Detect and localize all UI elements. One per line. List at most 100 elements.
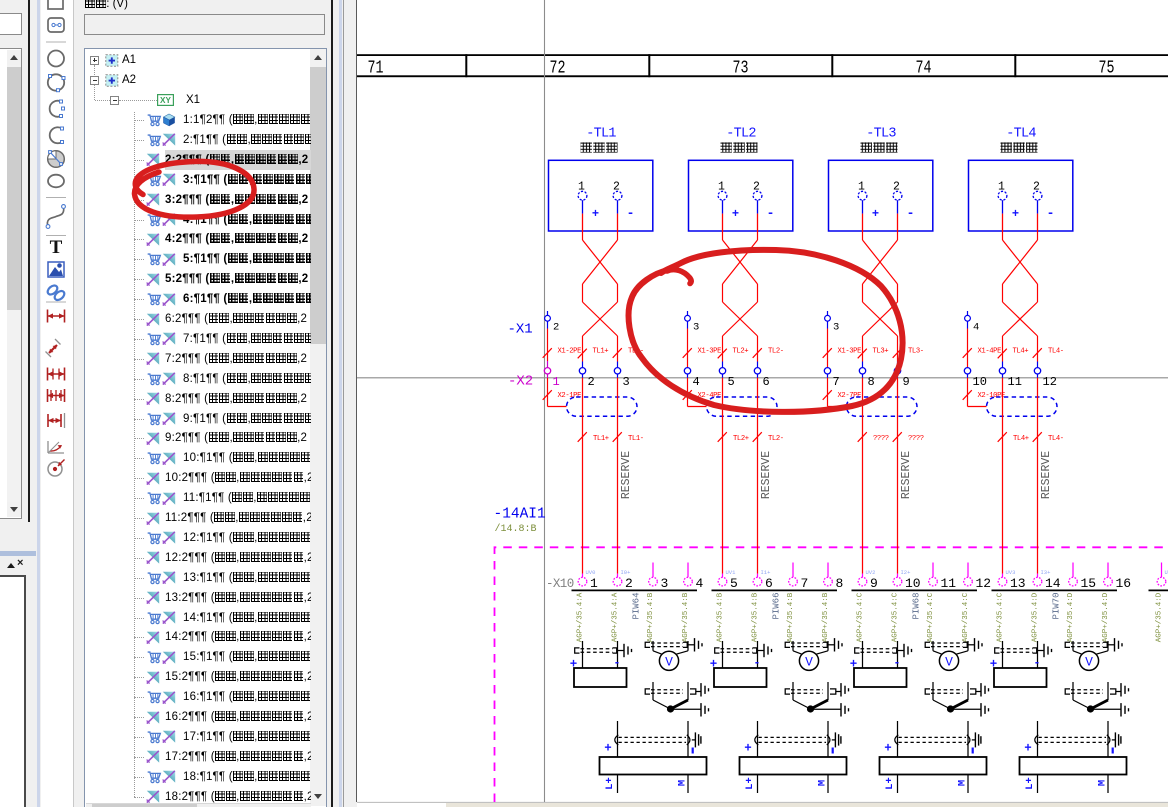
svg-text:13: 13 — [1010, 576, 1026, 591]
svg-text:V: V — [945, 655, 953, 670]
svg-text:73: 73 — [733, 57, 749, 78]
svg-text:TL3+: TL3+ — [873, 348, 889, 356]
svg-text:M: M — [817, 780, 829, 786]
svg-text:8: 8 — [836, 576, 844, 591]
svg-text:10: 10 — [973, 375, 987, 389]
svg-text:AGP+/35.4:C: AGP+/35.4:C — [962, 592, 970, 642]
svg-text:L+: L+ — [884, 777, 896, 790]
svg-text:PIW66: PIW66 — [772, 592, 782, 619]
svg-text:TL4+: TL4+ — [1013, 348, 1029, 356]
svg-text:14: 14 — [1045, 576, 1061, 591]
svg-text:1: 1 — [590, 576, 598, 591]
svg-text:7: 7 — [833, 375, 840, 389]
svg-text:+: + — [872, 207, 879, 221]
svg-text:9: 9 — [903, 375, 910, 389]
svg-text:I1+: I1+ — [761, 569, 771, 576]
svg-text:-14AI1: -14AI1 — [494, 507, 546, 523]
svg-text:AGP+/35.4:D: AGP+/35.4:D — [1067, 592, 1075, 642]
svg-text:-: - — [627, 206, 635, 221]
svg-text:-X2: -X2 — [508, 374, 533, 390]
svg-text:PIW64: PIW64 — [632, 592, 642, 619]
svg-text:V: V — [1085, 655, 1093, 670]
svg-text:5: 5 — [728, 375, 735, 389]
svg-text:72: 72 — [550, 57, 566, 78]
svg-text:X1-4PE: X1-4PE — [978, 348, 1002, 356]
svg-text:2: 2 — [553, 322, 559, 334]
svg-text:-TL2: -TL2 — [726, 127, 756, 142]
svg-text:M: M — [677, 780, 689, 786]
svg-text:I0+: I0+ — [621, 569, 631, 576]
svg-text:PIW68: PIW68 — [912, 592, 922, 619]
svg-text:AGP+/35.4:C: AGP+/35.4:C — [891, 592, 899, 642]
svg-text:AGP+/35.4:B: AGP+/35.4:B — [822, 592, 830, 642]
svg-text:TL2+: TL2+ — [733, 348, 749, 356]
svg-text:X1-3PE: X1-3PE — [698, 348, 722, 356]
svg-text:75: 75 — [1099, 57, 1115, 78]
svg-text:7: 7 — [801, 576, 809, 591]
svg-text:X2-1PE: X2-1PE — [558, 392, 582, 400]
svg-text:12: 12 — [976, 576, 992, 591]
svg-text:L+: L+ — [744, 777, 756, 790]
svg-text:M: M — [957, 780, 969, 786]
svg-text:15: 15 — [1081, 576, 1097, 591]
svg-text:TL1+: TL1+ — [593, 435, 609, 443]
svg-text:UV3: UV3 — [1006, 569, 1016, 576]
svg-text:I2+: I2+ — [901, 569, 911, 576]
svg-text:2: 2 — [588, 375, 595, 389]
svg-text:UV1: UV1 — [726, 569, 737, 576]
svg-text:+: + — [744, 742, 752, 756]
svg-text:V: V — [805, 655, 813, 670]
svg-text:????: ???? — [873, 435, 889, 443]
svg-text:16: 16 — [1116, 576, 1132, 591]
svg-text:11: 11 — [941, 576, 957, 591]
svg-text:+: + — [884, 742, 892, 756]
svg-text:TL1-: TL1- — [628, 435, 644, 443]
svg-text:3: 3 — [693, 322, 699, 334]
svg-text:4: 4 — [693, 375, 700, 389]
svg-text:AGP+/35.4:B: AGP+/35.4:B — [787, 592, 795, 642]
svg-text:AGP+/35.4:C: AGP+/35.4:C — [927, 592, 935, 642]
svg-text:AGP+/35.4:B: AGP+/35.4:B — [682, 592, 690, 642]
svg-text:+: + — [1012, 207, 1019, 221]
svg-text:+: + — [592, 207, 599, 221]
svg-text:M: M — [1097, 780, 1109, 786]
svg-text:TL4-: TL4- — [1048, 348, 1064, 356]
svg-text:X1-3PE: X1-3PE — [838, 348, 862, 356]
svg-text:AGP+/35.4:D: AGP+/35.4:D — [1155, 592, 1163, 642]
svg-text:RESERVE: RESERVE — [900, 451, 913, 499]
svg-text:L+: L+ — [604, 777, 616, 790]
svg-text:RESERVE: RESERVE — [1040, 451, 1053, 499]
svg-text:PIW70: PIW70 — [1052, 592, 1062, 619]
svg-text:-TL3: -TL3 — [866, 127, 896, 142]
svg-text:-TL1: -TL1 — [586, 127, 616, 142]
svg-text:TL4+: TL4+ — [1013, 435, 1029, 443]
svg-text:4: 4 — [973, 322, 979, 334]
svg-text:-TL4: -TL4 — [1006, 127, 1036, 142]
svg-text:TL4-: TL4- — [1048, 435, 1064, 443]
svg-text:-: - — [1047, 206, 1055, 221]
svg-text:UV4: UV4 — [1165, 569, 1168, 576]
svg-text:71: 71 — [368, 57, 384, 78]
svg-text:1: 1 — [553, 375, 560, 389]
svg-text:5: 5 — [730, 576, 738, 591]
svg-text:/14.8:B: /14.8:B — [495, 523, 537, 535]
svg-text:74: 74 — [916, 57, 932, 78]
svg-text:-: - — [907, 206, 915, 221]
svg-text:12: 12 — [1043, 375, 1057, 389]
svg-text:9: 9 — [870, 576, 878, 591]
svg-text:+: + — [604, 742, 612, 756]
svg-text:-X10: -X10 — [546, 577, 574, 591]
svg-text:AGP+/35.4:D: AGP+/35.4:D — [1031, 592, 1039, 642]
svg-text:X1-2PE: X1-2PE — [558, 348, 582, 356]
svg-text:TL3-: TL3- — [908, 348, 924, 356]
svg-text:+: + — [1024, 742, 1032, 756]
svg-text:TL2+: TL2+ — [733, 435, 749, 443]
svg-text:3: 3 — [661, 576, 669, 591]
svg-text:UV2: UV2 — [866, 569, 876, 576]
svg-text:-X1: -X1 — [508, 322, 533, 338]
svg-text:AGP+/35.4:C: AGP+/35.4:C — [996, 592, 1004, 642]
svg-text:AGP+/35.4:D: AGP+/35.4:D — [1102, 592, 1110, 642]
svg-text:AGP+/35.4:B: AGP+/35.4:B — [716, 592, 724, 642]
svg-text:+: + — [732, 207, 739, 221]
svg-text:TL2-: TL2- — [768, 435, 784, 443]
